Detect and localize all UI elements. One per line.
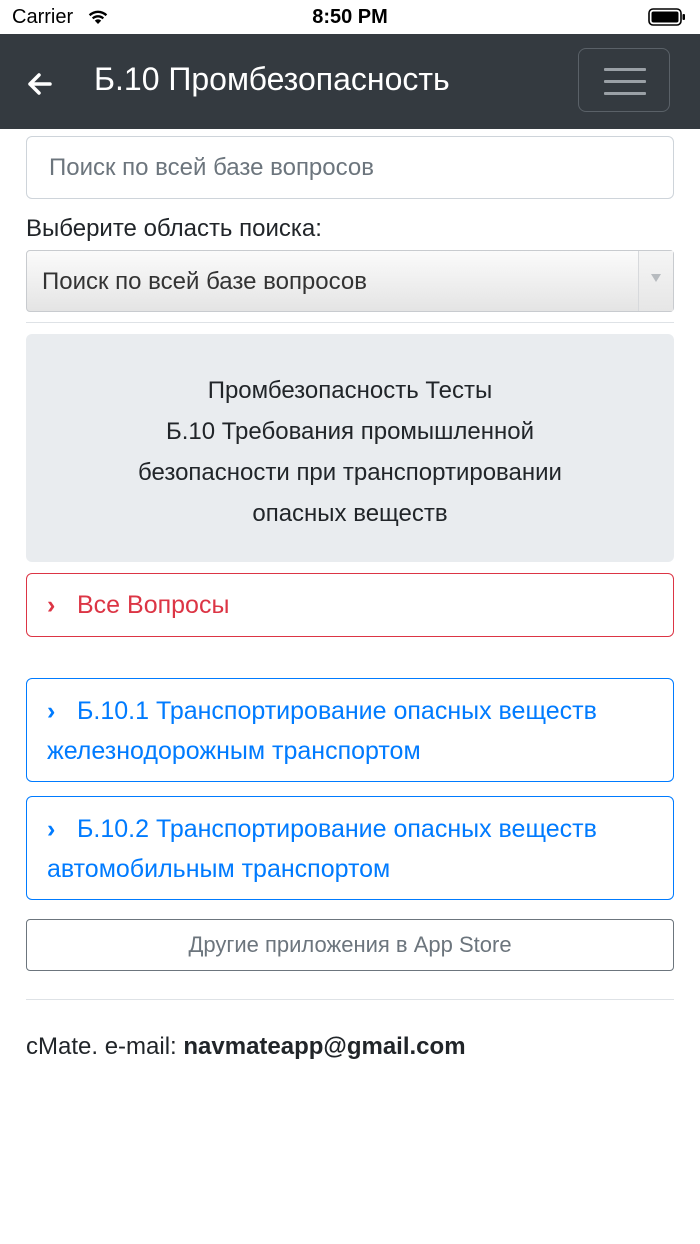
intro-line: опасных веществ (252, 500, 448, 527)
divider (26, 999, 674, 1000)
hamburger-icon-bar (604, 68, 646, 71)
intro-line: Б.10 Требования промышленной (165, 418, 535, 445)
all-questions-button[interactable]: › Все Вопросы (26, 573, 674, 637)
search-area-select[interactable]: Поиск по всей базе вопросов (26, 250, 674, 312)
search-area-value: Поиск по всей базе вопросов (42, 268, 367, 295)
hamburger-icon-bar (604, 92, 646, 95)
back-arrow-icon[interactable] (20, 64, 60, 104)
chevron-right-icon: › (47, 591, 56, 619)
battery-icon (648, 8, 685, 26)
dropdown-arrow-icon (638, 251, 673, 311)
section-b10-2-button[interactable]: › Б.10.2 Транспортирование опасных вещест… (26, 796, 674, 900)
footer-contact: cMate. e-mail: navmateapp@gmail.com (26, 1033, 466, 1061)
nav-bar: Б.10 Промбезопасность (0, 34, 700, 129)
section-title-line1: Б.10.2 Транспортирование опасных веществ (77, 815, 597, 843)
intro-line: безопасности при транспортировании (138, 459, 562, 486)
section-title-line2: автомобильным транспортом (47, 855, 391, 883)
status-bar: Carrier 8:50 PM (0, 0, 700, 34)
all-questions-label: Все Вопросы (77, 591, 230, 619)
search-area-label: Выберите область поиска: (26, 215, 322, 242)
menu-button[interactable] (578, 48, 670, 112)
chevron-right-icon: › (47, 697, 56, 725)
section-title-line2: железнодорожным транспортом (47, 737, 421, 765)
footer-email[interactable]: navmateapp@gmail.com (183, 1033, 465, 1060)
section-b10-1-button[interactable]: › Б.10.1 Транспортирование опасных вещест… (26, 678, 674, 782)
chevron-right-icon: › (47, 815, 56, 843)
intro-line: Промбезопасность Тесты (207, 377, 493, 404)
footer-prefix: cMate. e-mail: (26, 1033, 184, 1060)
page-title: Б.10 Промбезопасность (94, 61, 450, 97)
divider (26, 322, 674, 323)
hamburger-icon-bar (604, 80, 646, 83)
intro-panel: Промбезопасность Тесты Б.10 Требования п… (26, 334, 674, 562)
clock: 8:50 PM (312, 6, 388, 28)
section-title-line1: Б.10.1 Транспортирование опасных веществ (77, 697, 597, 725)
other-apps-button[interactable]: Другие приложения в App Store (26, 919, 674, 971)
search-input[interactable] (26, 136, 674, 199)
